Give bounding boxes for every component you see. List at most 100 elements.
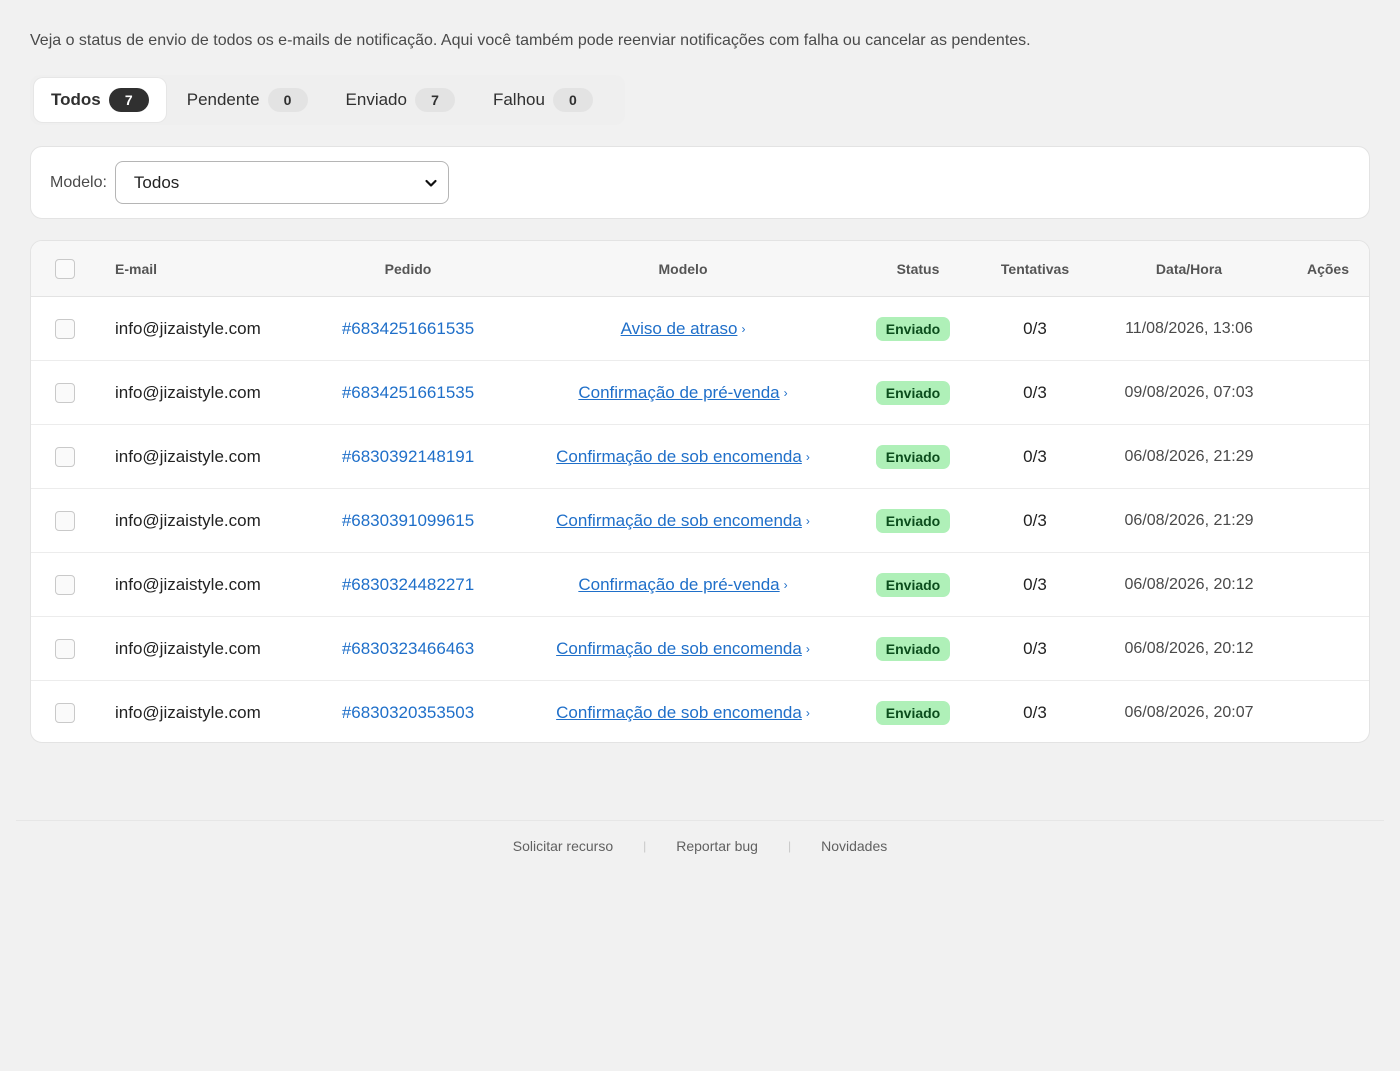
- row-checkbox[interactable]: [55, 319, 75, 339]
- row-checkbox[interactable]: [55, 639, 75, 659]
- row-model-cell: Confirmação de sob encomenda ›: [511, 617, 855, 681]
- footer-link-request-feature[interactable]: Solicitar recurso: [513, 838, 613, 854]
- header-order: Pedido: [384, 261, 432, 277]
- model-link[interactable]: Confirmação de sob encomenda: [556, 639, 802, 659]
- header-cell-select: [55, 241, 75, 297]
- row-model-cell: Confirmação de sob encomenda ›: [511, 681, 855, 742]
- row-checkbox[interactable]: [55, 383, 75, 403]
- order-link[interactable]: #6830323466463: [342, 639, 474, 659]
- order-link[interactable]: #6830324482271: [342, 575, 474, 595]
- row-status-cell: Enviado: [863, 489, 963, 553]
- order-link[interactable]: #6830392148191: [342, 447, 474, 467]
- row-actions: [1291, 553, 1365, 617]
- row-select-cell: [55, 489, 75, 553]
- row-actions: [1291, 681, 1365, 742]
- row-order-cell: #6830323466463: [289, 617, 527, 681]
- row-model-cell: Confirmação de sob encomenda ›: [511, 489, 855, 553]
- page-description: Veja o status de envio de todos os e-mai…: [30, 32, 1031, 49]
- model-link[interactable]: Confirmação de sob encomenda: [556, 511, 802, 531]
- row-status-cell: Enviado: [863, 425, 963, 489]
- tab-enviado[interactable]: Enviado 7: [329, 78, 472, 122]
- tab-todos[interactable]: Todos 7: [34, 78, 166, 122]
- row-order-cell: #6830324482271: [289, 553, 527, 617]
- row-date: 06/08/2026, 21:29: [1124, 448, 1254, 465]
- tab-falhou[interactable]: Falhou 0: [476, 78, 610, 122]
- row-checkbox[interactable]: [55, 511, 75, 531]
- model-filter-label: Modelo:: [50, 173, 107, 191]
- row-select-cell: [55, 425, 75, 489]
- table-row: info@jizaistyle.com #6830392148191 Confirm…: [31, 425, 1369, 489]
- row-checkbox[interactable]: [55, 703, 75, 723]
- row-select-cell: [55, 681, 75, 742]
- order-link[interactable]: #6830391099615: [342, 511, 474, 531]
- tab-label: Enviado: [345, 90, 407, 109]
- table-row: info@jizaistyle.com #6830320353503 Confirm…: [31, 681, 1369, 742]
- tab-label: Pendente: [186, 90, 260, 109]
- chevron-right-icon: ›: [805, 514, 810, 528]
- footer-link-report-bug[interactable]: Reportar bug: [676, 838, 758, 854]
- status-badge: Enviado: [875, 573, 951, 597]
- status-badge: Enviado: [875, 381, 951, 405]
- model-link[interactable]: Confirmação de pré-venda: [578, 575, 779, 595]
- header-date: Data/Hora: [1155, 261, 1223, 277]
- row-tries: 0/3: [1023, 319, 1047, 338]
- order-link[interactable]: #6830320353503: [342, 703, 474, 723]
- row-order-cell: #6834251661535: [289, 361, 527, 425]
- row-order-cell: #6830392148191: [289, 425, 527, 489]
- row-checkbox[interactable]: [55, 575, 75, 595]
- status-badge: Enviado: [875, 509, 951, 533]
- footer-separator: |: [787, 839, 792, 853]
- row-actions: [1291, 617, 1365, 681]
- row-date: 11/08/2026, 13:06: [1125, 320, 1253, 337]
- status-badge: Enviado: [875, 637, 951, 661]
- model-link[interactable]: Confirmação de sob encomenda: [556, 447, 802, 467]
- footer-divider: [16, 820, 1384, 821]
- row-select-cell: [55, 361, 75, 425]
- table-header: E-mail Pedido Modelo Status Tentativas D…: [31, 241, 1369, 297]
- row-model-cell: Aviso de atraso ›: [511, 297, 855, 361]
- status-badge: Enviado: [875, 701, 951, 725]
- header-actions: Ações: [1306, 261, 1350, 277]
- select-all-checkbox[interactable]: [55, 259, 75, 279]
- model-link[interactable]: Aviso de atraso: [621, 319, 738, 339]
- row-actions: [1291, 425, 1365, 489]
- chevron-right-icon: ›: [741, 322, 746, 336]
- chevron-right-icon: ›: [805, 450, 810, 464]
- header-model: Modelo: [658, 261, 708, 277]
- row-select-cell: [55, 297, 75, 361]
- filter-card: Modelo: Todos: [30, 146, 1370, 219]
- row-tries: 0/3: [1023, 575, 1047, 594]
- footer-separator: |: [643, 839, 647, 853]
- table-row: info@jizaistyle.com #6830324482271 Confirm…: [31, 553, 1369, 617]
- table-row: info@jizaistyle.com #6834251661535 Confirm…: [31, 361, 1369, 425]
- row-actions: [1291, 297, 1365, 361]
- row-status-cell: Enviado: [863, 553, 963, 617]
- model-filter-select[interactable]: Todos: [114, 161, 449, 204]
- chevron-right-icon: ›: [805, 706, 810, 720]
- tab-label: Falhou: [492, 90, 545, 109]
- row-model-cell: Confirmação de pré-venda ›: [511, 553, 855, 617]
- row-date: 06/08/2026, 20:12: [1124, 576, 1254, 593]
- row-tries: 0/3: [1023, 511, 1047, 530]
- tab-label: Todos: [51, 90, 101, 109]
- row-select-cell: [55, 617, 75, 681]
- row-checkbox[interactable]: [55, 447, 75, 467]
- table-body: info@jizaistyle.com #6834251661535 Aviso d…: [31, 297, 1369, 742]
- row-model-cell: Confirmação de sob encomenda ›: [511, 425, 855, 489]
- row-status-cell: Enviado: [863, 617, 963, 681]
- row-select-cell: [55, 553, 75, 617]
- notifications-table: E-mail Pedido Modelo Status Tentativas D…: [30, 240, 1370, 743]
- order-link[interactable]: #6834251661535: [342, 383, 474, 403]
- model-link[interactable]: Confirmação de sob encomenda: [556, 703, 802, 723]
- table-row: info@jizaistyle.com #6830391099615 Confirm…: [31, 489, 1369, 553]
- chevron-right-icon: ›: [783, 386, 788, 400]
- footer-link-news[interactable]: Novidades: [821, 838, 887, 854]
- tab-count-badge: 7: [108, 88, 149, 112]
- order-link[interactable]: #6834251661535: [342, 319, 474, 339]
- row-status-cell: Enviado: [863, 361, 963, 425]
- header-tries: Tentativas: [1000, 261, 1070, 277]
- table-row: info@jizaistyle.com #6830323466463 Confirm…: [31, 617, 1369, 681]
- tab-pendente[interactable]: Pendente 0: [170, 78, 325, 122]
- tab-count-badge: 0: [267, 88, 308, 112]
- model-link[interactable]: Confirmação de pré-venda: [578, 383, 779, 403]
